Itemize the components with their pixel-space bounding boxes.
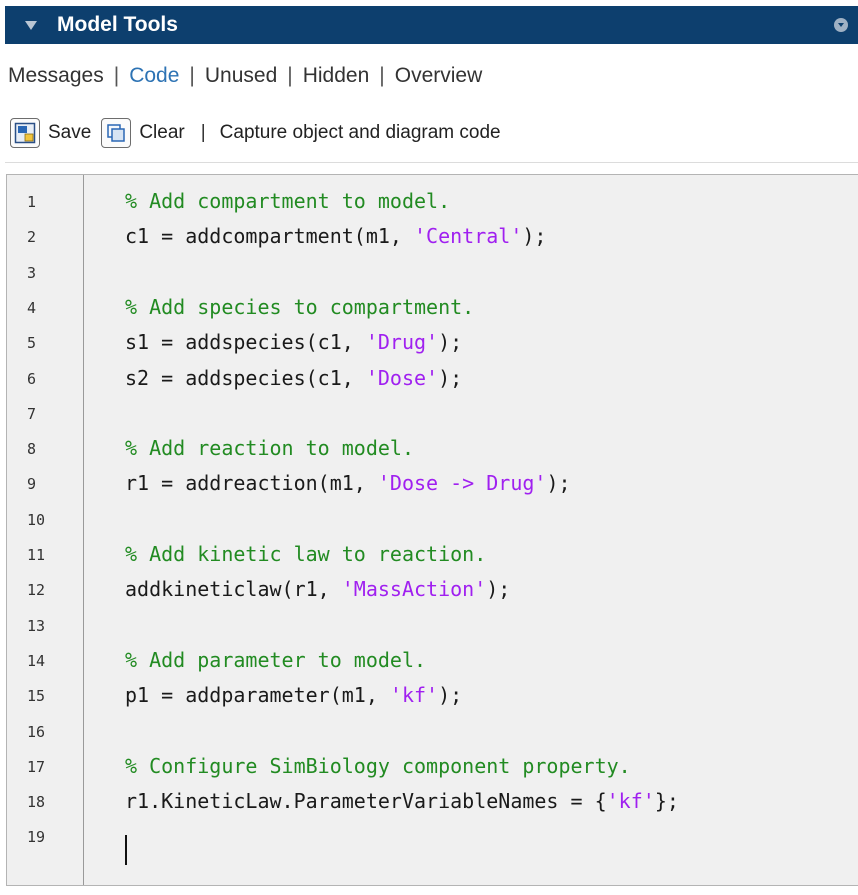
tab-separator: |	[287, 64, 293, 87]
code-line[interactable]: s2 = addspecies(c1, 'Dose');	[125, 366, 462, 390]
tab-hidden[interactable]: Hidden	[303, 64, 370, 88]
code-comment: % Add kinetic law to reaction.	[125, 542, 487, 566]
code-comment: % Add compartment to model.	[125, 189, 451, 213]
tab-code[interactable]: Code	[129, 64, 179, 88]
text-cursor	[125, 835, 127, 865]
tab-messages[interactable]: Messages	[8, 64, 104, 88]
code-line[interactable]: % Add species to compartment.	[125, 295, 474, 319]
code-string: 'kf'	[606, 789, 655, 814]
save-icon	[14, 122, 36, 144]
line-number: 19	[27, 828, 46, 847]
code-string: 'Central'	[413, 224, 523, 249]
line-number: 13	[27, 616, 46, 635]
line-number: 17	[27, 757, 46, 776]
code-text: );	[546, 471, 571, 496]
code-text: s1 = addspecies(c1,	[125, 330, 366, 355]
line-number: 2	[27, 228, 37, 247]
triangle-down-icon[interactable]	[25, 20, 37, 30]
code-text: addkineticlaw(r1,	[125, 577, 342, 602]
code-line[interactable]: r1 = addreaction(m1, 'Dose -> Drug');	[125, 471, 571, 495]
code-string: 'MassAction'	[341, 577, 487, 602]
code-line[interactable]: % Add parameter to model.	[125, 648, 426, 672]
toolbar-divider	[5, 162, 858, 163]
line-number: 9	[27, 475, 37, 494]
tab-bar: Messages | Code | Unused | Hidden | Over…	[8, 60, 482, 92]
code-text: );	[438, 683, 463, 708]
line-number: 1	[27, 193, 37, 211]
line-number: 11	[27, 546, 46, 564]
code-string: 'Dose'	[365, 365, 439, 390]
line-number: 7	[27, 404, 37, 423]
circle-menu-icon[interactable]	[834, 18, 848, 32]
clear-button[interactable]	[101, 118, 132, 148]
line-number: 12	[27, 581, 46, 600]
line-number-gutter	[7, 175, 84, 885]
clear-label[interactable]: Clear	[139, 122, 184, 144]
code-line[interactable]: % Add compartment to model.	[125, 189, 450, 213]
code-string: 'kf'	[389, 683, 439, 708]
code-text: );	[522, 224, 547, 249]
code-comment: % Add parameter to model.	[125, 647, 427, 672]
panel-title-bar: Model Tools	[5, 6, 858, 44]
tab-separator: |	[379, 64, 385, 87]
code-line[interactable]: c1 = addcompartment(m1, 'Central');	[125, 224, 546, 248]
code-line[interactable]: s1 = addspecies(c1, 'Drug');	[125, 330, 462, 354]
code-text: );	[486, 577, 511, 602]
code-line[interactable]: % Add reaction to model.	[125, 436, 414, 460]
line-number: 5	[27, 334, 37, 353]
code-text: p1 = addparameter(m1,	[125, 683, 390, 708]
code-comment: % Add reaction to model.	[125, 436, 414, 461]
code-toolbar: Save Clear | Capture object and diagram …	[10, 114, 501, 152]
line-number: 14	[27, 651, 46, 670]
line-number: 4	[27, 298, 37, 317]
clear-icon	[107, 124, 126, 142]
panel-title: Model Tools	[57, 13, 178, 36]
code-text: c1 = addcompartment(m1,	[125, 224, 414, 249]
code-text: r1.KineticLaw.ParameterVariableNames = {	[125, 789, 607, 814]
code-line[interactable]: addkineticlaw(r1, 'MassAction');	[125, 577, 510, 601]
tab-unused[interactable]: Unused	[205, 64, 277, 88]
code-string: 'Dose -> Drug'	[377, 471, 547, 496]
code-line[interactable]: r1.KineticLaw.ParameterVariableNames = {…	[125, 789, 679, 813]
tab-overview[interactable]: Overview	[395, 64, 483, 88]
save-button[interactable]	[10, 118, 40, 148]
line-number: 8	[27, 440, 37, 459]
line-number: 3	[27, 263, 37, 282]
code-line[interactable]: % Configure SimBiology component propert…	[125, 754, 631, 778]
code-string: 'Drug'	[365, 330, 439, 355]
code-text: );	[438, 365, 463, 390]
line-number: 10	[27, 510, 46, 529]
code-comment: % Add species to compartment.	[125, 294, 475, 319]
capture-code-label: Capture object and diagram code	[219, 122, 501, 143]
tab-separator: |	[189, 64, 195, 87]
line-number: 6	[27, 369, 37, 388]
code-editor[interactable]: 1 % Add compartment to model. 2 c1 = addcom…	[6, 174, 858, 886]
save-label[interactable]: Save	[48, 122, 91, 144]
code-comment: % Configure SimBiology component propert…	[125, 753, 631, 778]
toolbar-separator: |	[200, 122, 206, 143]
tab-separator: |	[113, 64, 120, 87]
code-text: );	[438, 330, 463, 355]
line-number: 18	[27, 793, 46, 812]
code-text: s2 = addspecies(c1,	[125, 365, 366, 390]
code-line[interactable]: p1 = addparameter(m1, 'kf');	[125, 683, 462, 707]
line-number: 15	[27, 687, 46, 706]
code-text: };	[654, 789, 679, 814]
code-line[interactable]: % Add kinetic law to reaction.	[125, 542, 486, 566]
code-text: r1 = addreaction(m1,	[125, 471, 378, 496]
line-number: 16	[27, 722, 46, 741]
